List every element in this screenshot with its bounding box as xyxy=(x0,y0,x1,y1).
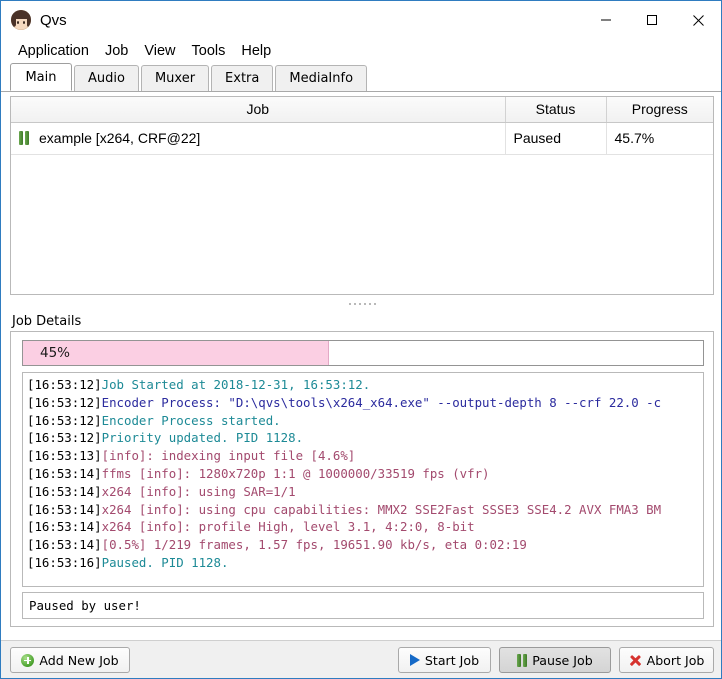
menu-item-tools[interactable]: Tools xyxy=(184,40,234,62)
minimize-icon xyxy=(601,19,611,21)
tab-main[interactable]: Main xyxy=(10,63,72,91)
pause-icon xyxy=(19,131,29,145)
progress-bar: 45% xyxy=(22,340,704,366)
add-new-job-label: Add New Job xyxy=(39,652,119,668)
menu-item-view[interactable]: View xyxy=(136,40,183,62)
cell-progress: 45.7% xyxy=(606,122,713,155)
window-title: Qvs xyxy=(40,11,67,29)
tab-bar: Main Audio Muxer Extra MediaInfo xyxy=(1,63,721,91)
log-line: [16:53:14]x264 [info]: profile High, lev… xyxy=(27,518,703,536)
log-line: [16:53:14]ffms [info]: 1280x720p 1:1 @ 1… xyxy=(27,465,703,483)
column-header-progress[interactable]: Progress xyxy=(606,97,713,123)
log-timestamp: [16:53:12] xyxy=(27,412,102,428)
splitter-grip-icon xyxy=(348,303,376,305)
main-content: Job Status Progress example [x264, CRF@2… xyxy=(1,91,721,640)
log-timestamp: [16:53:14] xyxy=(27,537,102,553)
pause-icon xyxy=(517,653,528,667)
panel-splitter[interactable] xyxy=(10,298,714,310)
pause-job-button[interactable]: Pause Job xyxy=(499,647,611,673)
app-avatar-icon xyxy=(11,10,31,30)
window-controls xyxy=(583,1,721,39)
log-line: [16:53:12]Encoder Process: "D:\qvs\tools… xyxy=(27,394,703,412)
cell-status: Paused xyxy=(505,122,607,155)
log-line: [16:53:12]Priority updated. PID 1128. xyxy=(27,429,703,447)
log-line: [16:53:16]Paused. PID 1128. xyxy=(27,554,703,572)
tab-mediainfo[interactable]: MediaInfo xyxy=(275,65,368,91)
log-timestamp: [16:53:16] xyxy=(27,554,102,570)
log-timestamp: [16:53:14] xyxy=(27,501,102,517)
column-header-status[interactable]: Status xyxy=(505,97,607,123)
log-message: x264 [info]: using cpu capabilities: MMX… xyxy=(101,501,662,517)
log-message: Paused. PID 1128. xyxy=(101,554,229,570)
log-line: [16:53:12]Job Started at 2018-12-31, 16:… xyxy=(27,376,703,394)
log-timestamp: [16:53:13] xyxy=(27,448,102,464)
log-timestamp: [16:53:12] xyxy=(27,394,102,410)
log-line: [16:53:12]Encoder Process started. xyxy=(27,412,703,430)
log-message: Job Started at 2018-12-31, 16:53:12. xyxy=(101,377,371,392)
start-job-button[interactable]: Start Job xyxy=(398,647,491,673)
log-timestamp: [16:53:14] xyxy=(27,465,102,481)
start-job-label: Start Job xyxy=(424,652,480,668)
progress-bar-label: 45% xyxy=(40,345,71,361)
menu-item-application[interactable]: Application xyxy=(10,40,97,62)
add-new-job-button[interactable]: Add New Job xyxy=(10,647,130,673)
jobs-table-container[interactable]: Job Status Progress example [x264, CRF@2… xyxy=(10,96,714,295)
close-icon xyxy=(692,14,704,26)
log-line: [16:53:14]x264 [info]: using cpu capabil… xyxy=(27,501,703,519)
application-window: Qvs Application Job View Tools Help Main… xyxy=(0,0,722,679)
table-row[interactable]: example [x264, CRF@22] Paused 45.7% xyxy=(11,122,713,155)
maximize-button[interactable] xyxy=(629,1,675,39)
pause-job-label: Pause Job xyxy=(532,652,593,668)
log-message: x264 [info]: using SAR=1/1 xyxy=(101,483,296,499)
job-details-label: Job Details xyxy=(12,314,82,329)
menu-item-help[interactable]: Help xyxy=(233,40,279,62)
jobs-table: Job Status Progress example [x264, CRF@2… xyxy=(11,97,713,155)
log-timestamp: [16:53:14] xyxy=(27,519,102,535)
column-header-job[interactable]: Job xyxy=(11,97,506,123)
job-name: example [x264, CRF@22] xyxy=(39,130,201,146)
menu-bar: Application Job View Tools Help xyxy=(1,39,721,63)
add-circle-icon xyxy=(21,653,35,667)
log-message: x264 [info]: profile High, level 3.1, 4:… xyxy=(101,519,475,535)
tab-muxer[interactable]: Muxer xyxy=(140,65,210,91)
log-message: ffms [info]: 1280x720p 1:1 @ 1000000/335… xyxy=(101,465,490,481)
tab-extra[interactable]: Extra xyxy=(211,65,274,91)
job-details-panel: 45% [16:53:12]Job Started at 2018-12-31,… xyxy=(10,331,714,627)
abort-job-button[interactable]: Abort Job xyxy=(619,647,714,673)
status-message: Paused by user! xyxy=(22,592,704,619)
log-timestamp: [16:53:12] xyxy=(27,377,102,392)
maximize-icon xyxy=(647,15,657,25)
log-line: [16:53:13][info]: indexing input file [4… xyxy=(27,447,703,465)
log-timestamp: [16:53:14] xyxy=(27,483,102,499)
title-bar-left: Qvs xyxy=(1,10,67,30)
log-line: [16:53:14]x264 [info]: using SAR=1/1 xyxy=(27,483,703,501)
abort-job-label: Abort Job xyxy=(646,652,705,668)
log-output[interactable]: [16:53:12]Job Started at 2018-12-31, 16:… xyxy=(22,372,704,587)
play-icon xyxy=(409,654,420,666)
log-message: [info]: indexing input file [4.6%] xyxy=(101,448,356,464)
cell-job: example [x264, CRF@22] xyxy=(11,122,506,155)
menu-item-job[interactable]: Job xyxy=(97,40,136,62)
title-bar: Qvs xyxy=(1,1,721,39)
tab-audio[interactable]: Audio xyxy=(74,65,139,91)
log-message: Priority updated. PID 1128. xyxy=(101,430,304,446)
log-message: Encoder Process started. xyxy=(101,412,281,428)
table-header-row: Job Status Progress xyxy=(11,97,713,123)
log-line: [16:53:14][0.5%] 1/219 frames, 1.57 fps,… xyxy=(27,536,703,554)
log-timestamp: [16:53:12] xyxy=(27,430,102,446)
log-message: [0.5%] 1/219 frames, 1.57 fps, 19651.90 … xyxy=(101,537,527,553)
cancel-x-icon xyxy=(629,654,642,667)
bottom-toolbar: Add New Job Start Job Pause Job Abort Jo… xyxy=(1,640,721,678)
close-button[interactable] xyxy=(675,1,721,39)
log-message: Encoder Process: "D:\qvs\tools\x264_x64.… xyxy=(101,394,662,410)
minimize-button[interactable] xyxy=(583,1,629,39)
